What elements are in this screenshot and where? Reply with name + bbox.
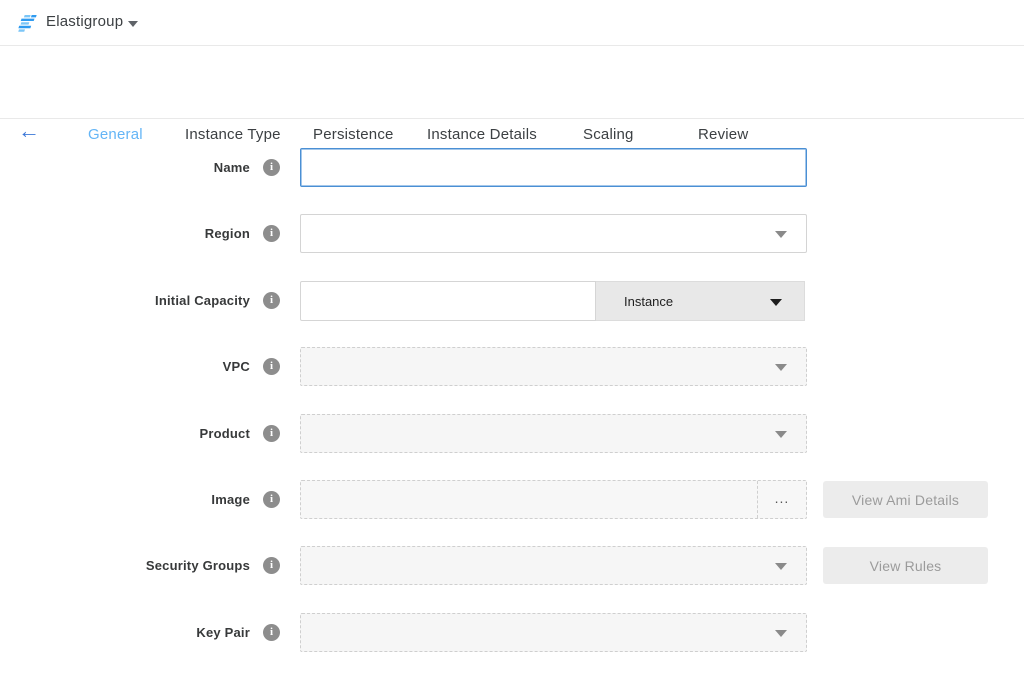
form-row-image: Image i ... View Ami Details: [0, 480, 1024, 520]
form-row-region: Region i: [0, 214, 1024, 254]
image-input: ...: [300, 480, 807, 519]
info-icon[interactable]: i: [263, 159, 280, 176]
brand-name[interactable]: Elastigroup: [46, 13, 123, 30]
form-row-key-pair: Key Pair i: [0, 613, 1024, 653]
wizard-tab-bar: ← General Instance Type Persistence Inst…: [0, 47, 1024, 119]
form-row-vpc: VPC i: [0, 347, 1024, 387]
info-icon[interactable]: i: [263, 225, 280, 242]
security-groups-select: [300, 546, 807, 585]
brand-dropdown-caret-icon[interactable]: [128, 21, 138, 27]
caret-down-icon: [775, 563, 787, 570]
info-icon[interactable]: i: [263, 358, 280, 375]
initial-capacity-label: Initial Capacity: [0, 281, 250, 320]
region-label: Region: [0, 214, 250, 253]
browse-ellipsis-button[interactable]: ...: [757, 481, 806, 518]
caret-down-icon: [770, 299, 782, 306]
capacity-unit-value: Instance: [624, 282, 673, 322]
caret-down-icon: [775, 364, 787, 371]
vpc-select: [300, 347, 807, 386]
info-icon[interactable]: i: [263, 292, 280, 309]
info-icon[interactable]: i: [263, 624, 280, 641]
product-label: Product: [0, 414, 250, 453]
view-rules-button[interactable]: View Rules: [823, 547, 988, 584]
tab-general[interactable]: General: [88, 126, 143, 143]
info-icon[interactable]: i: [263, 425, 280, 442]
region-select[interactable]: [300, 214, 807, 253]
vpc-label: VPC: [0, 347, 250, 386]
top-bar: Elastigroup: [0, 0, 1024, 46]
caret-down-icon: [775, 630, 787, 637]
view-ami-details-button[interactable]: View Ami Details: [823, 481, 988, 518]
elastigroup-create-page: Elastigroup ← General Instance Type Pers…: [0, 0, 1024, 688]
form-row-security-groups: Security Groups i View Rules: [0, 546, 1024, 586]
form-row-name: Name i: [0, 148, 1024, 188]
caret-down-icon: [775, 231, 787, 238]
info-icon[interactable]: i: [263, 491, 280, 508]
tab-instance-details[interactable]: Instance Details: [427, 126, 537, 143]
capacity-unit-select[interactable]: Instance: [596, 281, 805, 321]
tab-persistence[interactable]: Persistence: [313, 126, 394, 143]
caret-down-icon: [775, 431, 787, 438]
elastigroup-logo-icon: [15, 14, 39, 33]
product-select: [300, 414, 807, 453]
image-label: Image: [0, 480, 250, 519]
initial-capacity-input[interactable]: [300, 281, 596, 321]
back-arrow-icon[interactable]: ←: [18, 120, 40, 142]
info-icon[interactable]: i: [263, 557, 280, 574]
security-groups-label: Security Groups: [0, 546, 250, 585]
name-input[interactable]: [300, 148, 807, 187]
form-row-initial-capacity: Initial Capacity i Instance: [0, 281, 1024, 321]
key-pair-label: Key Pair: [0, 613, 250, 652]
name-label: Name: [0, 148, 250, 187]
tab-review[interactable]: Review: [698, 126, 748, 143]
form-row-product: Product i: [0, 414, 1024, 454]
tab-scaling[interactable]: Scaling: [583, 126, 634, 143]
key-pair-select: [300, 613, 807, 652]
tab-instance-type[interactable]: Instance Type: [185, 126, 281, 143]
